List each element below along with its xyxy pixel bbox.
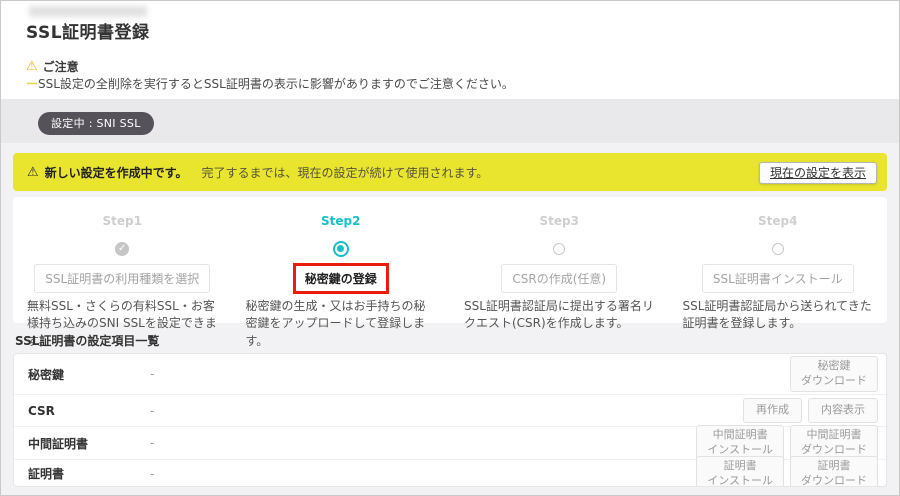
settings-table: 秘密鍵 - 秘密鍵 ダウンロード CSR - 再作成 内容表示 中間証明書 - … <box>13 353 887 487</box>
alert-triangle-icon: ⚠ <box>27 166 39 179</box>
settings-table-heading: SSL証明書の設定項目一覧 <box>15 332 159 349</box>
warning-triangle-icon: ⚠ <box>26 60 38 73</box>
row-value: - <box>150 404 154 418</box>
step-2-register-private-key-highlighted[interactable]: 秘密鍵の登録 <box>293 263 389 294</box>
step-upcoming-circle-icon <box>553 243 565 255</box>
notice-bullet: ー <box>26 75 36 92</box>
status-badge: 設定中 : SNI SSL <box>38 112 154 135</box>
row-label: 証明書 <box>28 465 150 482</box>
table-row-certificate: 証明書 - 証明書 インストール 証明書 ダウンロード <box>14 460 886 487</box>
row-value: - <box>150 467 154 481</box>
step-4-description: SSL証明書認証局から送られてきた証明書を登録します。 <box>683 298 874 333</box>
page-title: SSL証明書登録 <box>26 18 150 43</box>
csr-recreate-button[interactable]: 再作成 <box>743 398 802 423</box>
banner-body: 完了するまでは、現在の設定が続けて使用されます。 <box>201 164 488 181</box>
notice-item: ー SSL設定の全削除を実行するとSSL証明書の表示に影響がありますのでご注意く… <box>26 75 514 92</box>
banner-title: 新しい設定を作成中です。 <box>45 164 188 181</box>
page-header-section: SSL証明書登録 ⚠ ご注意 ー SSL設定の全削除を実行するとSSL証明書の表… <box>1 1 899 99</box>
csr-view-content-button[interactable]: 内容表示 <box>808 398 878 423</box>
step-1-label: Step1 <box>13 214 232 228</box>
step-4-column: Step4 SSL証明書インストール SSL証明書認証局から送られてきた証明書を… <box>669 197 888 323</box>
step-1-select-usage-type-button[interactable]: SSL証明書の利用種類を選択 <box>34 264 210 293</box>
step-4-label: Step4 <box>669 214 888 228</box>
step-done-check-icon: ✓ <box>115 242 129 256</box>
row-label: 秘密鍵 <box>28 366 150 383</box>
step-3-column: Step3 CSRの作成(任意) SSL証明書認証局に提出する署名リクエスト(C… <box>450 197 669 323</box>
table-row-private-key: 秘密鍵 - 秘密鍵 ダウンロード <box>14 354 886 395</box>
table-row-csr: CSR - 再作成 内容表示 <box>14 395 886 427</box>
row-label: 中間証明書 <box>28 435 150 452</box>
ssl-certificate-registration-page: SSL証明書登録 ⚠ ご注意 ー SSL設定の全削除を実行するとSSL証明書の表… <box>0 0 900 496</box>
step-4-install-certificate-button[interactable]: SSL証明書インストール <box>702 264 854 293</box>
private-key-download-button[interactable]: 秘密鍵 ダウンロード <box>790 356 878 392</box>
step-current-radio-icon <box>333 241 349 257</box>
show-current-settings-button[interactable]: 現在の設定を表示 <box>759 162 877 184</box>
step-2-label: Step2 <box>232 214 451 228</box>
certificate-download-button[interactable]: 証明書 ダウンロード <box>790 456 878 487</box>
row-label: CSR <box>28 404 150 418</box>
step-3-create-csr-button[interactable]: CSRの作成(任意) <box>501 264 617 293</box>
steps-wizard: Step1 ✓ SSL証明書の利用種類を選択 無料SSL・さくらの有料SSL・お… <box>13 197 887 323</box>
step-3-label: Step3 <box>450 214 669 228</box>
notice-heading-label: ご注意 <box>43 58 79 75</box>
notice-text: SSL設定の全削除を実行するとSSL証明書の表示に影響がありますのでご注意くださ… <box>38 75 514 92</box>
step-2-column: Step2 秘密鍵の登録 秘密鍵の生成・又はお手持ちの秘密鍵をアップロードして登… <box>232 197 451 323</box>
in-progress-banner: ⚠ 新しい設定を作成中です。 完了するまでは、現在の設定が続けて使用されます。 <box>13 153 887 191</box>
row-value: - <box>150 367 154 381</box>
notice-heading: ⚠ ご注意 <box>26 58 79 75</box>
row-value: - <box>150 436 154 450</box>
step-3-description: SSL証明書認証局に提出する署名リクエスト(CSR)を作成します。 <box>464 298 655 333</box>
step-upcoming-circle-icon <box>772 243 784 255</box>
step-2-description: 秘密鍵の生成・又はお手持ちの秘密鍵をアップロードして登録します。 <box>246 298 437 350</box>
certificate-install-button[interactable]: 証明書 インストール <box>696 456 784 487</box>
redacted-domain-text <box>29 6 147 17</box>
step-1-column: Step1 ✓ SSL証明書の利用種類を選択 無料SSL・さくらの有料SSL・お… <box>13 197 232 323</box>
